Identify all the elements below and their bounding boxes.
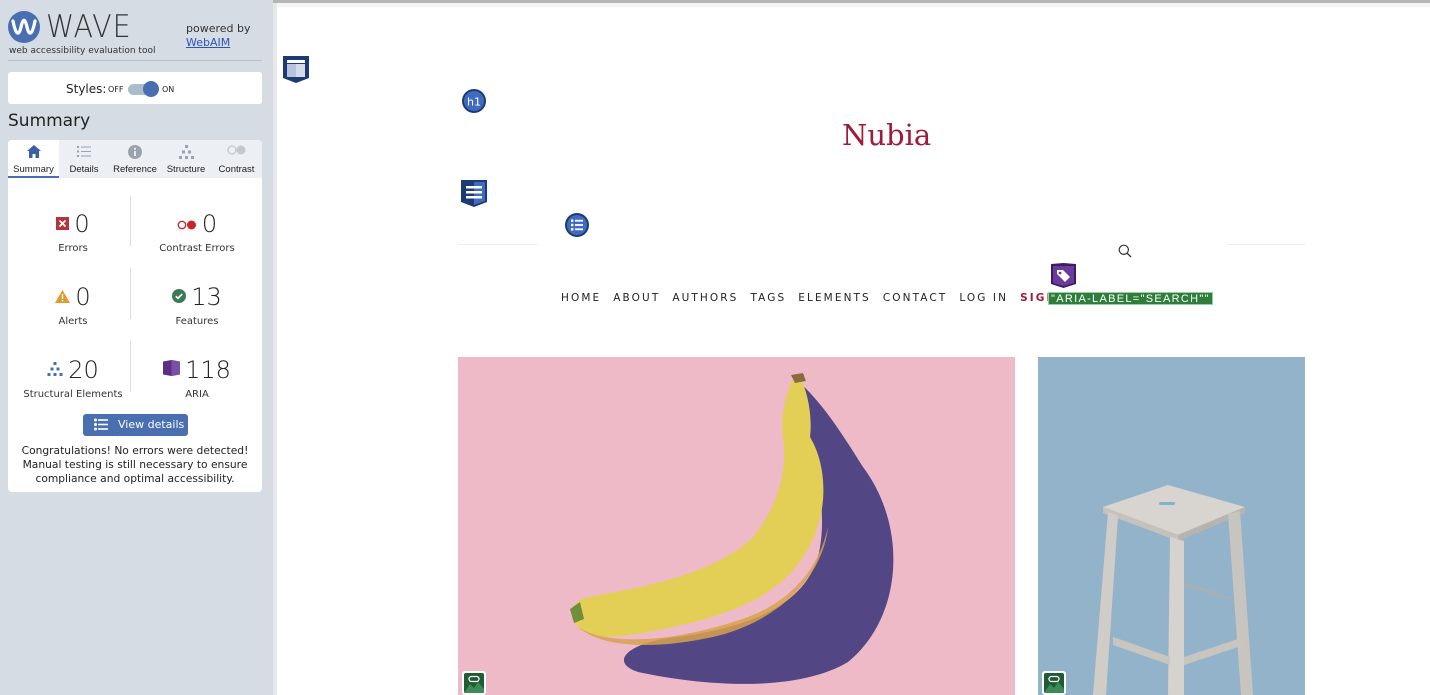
tab-label: Details bbox=[69, 164, 99, 175]
stat-divider bbox=[130, 268, 131, 319]
styles-toggle[interactable] bbox=[128, 81, 159, 97]
aria-cube-icon bbox=[163, 360, 181, 380]
search-icon[interactable] bbox=[1118, 243, 1132, 262]
wave-brand: WAVE web accessibility evaluation tool p… bbox=[8, 9, 262, 61]
styles-off-label: OFF bbox=[108, 85, 124, 94]
stool-image[interactable] bbox=[1038, 357, 1305, 695]
view-details-button[interactable]: View details › bbox=[83, 414, 188, 444]
tab-details[interactable]: Details bbox=[59, 140, 109, 178]
stool-illustration bbox=[1093, 485, 1253, 695]
contrast-errors-count: 0 bbox=[201, 210, 218, 238]
header-region-icon[interactable] bbox=[283, 56, 309, 87]
stat-features[interactable]: 13 Features bbox=[136, 281, 258, 341]
tab-contrast[interactable]: Contrast bbox=[211, 140, 262, 178]
stat-aria[interactable]: 118 ARIA bbox=[136, 354, 258, 414]
nav-item-tags[interactable]: TAGS bbox=[750, 292, 786, 304]
contrast-errors-label: Contrast Errors bbox=[159, 243, 235, 254]
page-preview: h1 Nubia HOME ABOUT AUTHORS TAGS ELEMENT… bbox=[273, 0, 1430, 695]
aria-count: 118 bbox=[185, 356, 231, 384]
list-icon bbox=[59, 145, 109, 159]
powered-by-text: powered by bbox=[186, 22, 251, 35]
alerts-label: Alerts bbox=[58, 316, 88, 327]
wave-wordmark: WAVE bbox=[46, 9, 132, 45]
structural-label: Structural Elements bbox=[23, 389, 123, 400]
structural-count: 20 bbox=[68, 356, 99, 384]
errors-count: 0 bbox=[74, 210, 90, 238]
wave-tagline: web accessibility evaluation tool bbox=[9, 46, 156, 56]
tab-label: Structure bbox=[166, 164, 206, 175]
styles-label: Styles: bbox=[66, 82, 107, 96]
summary-panel: Summary Details Reference Structure Cont… bbox=[8, 140, 262, 492]
nav-region-icon[interactable] bbox=[461, 180, 487, 211]
stat-contrast-errors[interactable]: 0 Contrast Errors bbox=[136, 208, 258, 268]
toggle-knob bbox=[143, 81, 159, 97]
hierarchy-icon bbox=[161, 145, 211, 159]
tab-label: Reference bbox=[113, 164, 157, 175]
nav-item-elements[interactable]: ELEMENTS bbox=[798, 292, 871, 304]
linked-image-alt-icon[interactable] bbox=[462, 671, 486, 695]
wave-logo-icon bbox=[8, 11, 40, 43]
aria-label: ARIA bbox=[185, 389, 209, 400]
check-circle-icon bbox=[172, 288, 187, 307]
alerts-count: 0 bbox=[75, 283, 91, 311]
home-icon bbox=[8, 145, 59, 159]
stat-divider bbox=[130, 341, 131, 392]
banana-image[interactable] bbox=[458, 357, 1015, 695]
list-icon bbox=[94, 418, 108, 434]
nav-item-log-in[interactable]: LOG IN bbox=[959, 292, 1008, 304]
tab-summary[interactable]: Summary bbox=[8, 140, 59, 178]
info-icon bbox=[109, 145, 161, 159]
warning-triangle-icon bbox=[55, 288, 71, 307]
webaim-link[interactable]: WebAIM bbox=[186, 36, 230, 49]
top-border-shadow bbox=[277, 3, 1430, 7]
header-divider-left bbox=[458, 244, 538, 245]
contrast-dots-icon bbox=[177, 215, 197, 234]
banana-illustration bbox=[570, 373, 894, 684]
contrast-icon bbox=[211, 145, 262, 159]
tab-structure[interactable]: Structure bbox=[161, 140, 211, 178]
features-label: Features bbox=[175, 316, 219, 327]
stat-alerts[interactable]: 0 Alerts bbox=[12, 281, 134, 341]
congratulations-message: Congratulations! No errors were detected… bbox=[21, 444, 249, 485]
tab-label: Contrast bbox=[218, 164, 255, 175]
error-x-icon bbox=[56, 215, 70, 234]
styles-toggle-box: Styles: OFF ON bbox=[8, 72, 262, 104]
view-details-label: View details › bbox=[118, 418, 185, 444]
aria-label-annotation: "ARIA-LABEL="SEARCH"" bbox=[1048, 292, 1213, 305]
errors-label: Errors bbox=[58, 243, 88, 254]
wave-sidebar: WAVE web accessibility evaluation tool p… bbox=[0, 0, 272, 695]
nav-item-contact[interactable]: CONTACT bbox=[883, 292, 948, 304]
nav-item-authors[interactable]: AUTHORS bbox=[672, 292, 738, 304]
site-title[interactable]: Nubia bbox=[842, 118, 931, 152]
header-divider-right bbox=[1227, 244, 1305, 245]
stat-structural[interactable]: 20 Structural Elements bbox=[12, 354, 134, 414]
tab-reference[interactable]: Reference bbox=[109, 140, 161, 178]
hierarchy-icon bbox=[47, 361, 63, 380]
aria-label-icon[interactable] bbox=[1051, 263, 1076, 292]
h1-badge-text: h1 bbox=[467, 96, 481, 109]
summary-heading: Summary bbox=[8, 111, 91, 131]
app-root: WAVE web accessibility evaluation tool p… bbox=[0, 0, 1430, 695]
tab-label: Summary bbox=[13, 164, 54, 175]
features-count: 13 bbox=[191, 283, 222, 311]
styles-on-label: ON bbox=[162, 85, 175, 94]
nav-item-about[interactable]: ABOUT bbox=[613, 292, 660, 304]
stat-errors[interactable]: 0 Errors bbox=[12, 208, 134, 268]
nav-item-home[interactable]: HOME bbox=[561, 292, 601, 304]
panel-tabs: Summary Details Reference Structure Cont… bbox=[8, 140, 262, 178]
linked-image-alt-icon[interactable] bbox=[1042, 671, 1066, 695]
main-navigation: HOME ABOUT AUTHORS TAGS ELEMENTS CONTACT… bbox=[561, 292, 1096, 304]
h1-heading-icon[interactable]: h1 bbox=[462, 89, 486, 117]
stat-divider bbox=[130, 196, 131, 246]
unordered-list-icon[interactable] bbox=[565, 213, 589, 241]
